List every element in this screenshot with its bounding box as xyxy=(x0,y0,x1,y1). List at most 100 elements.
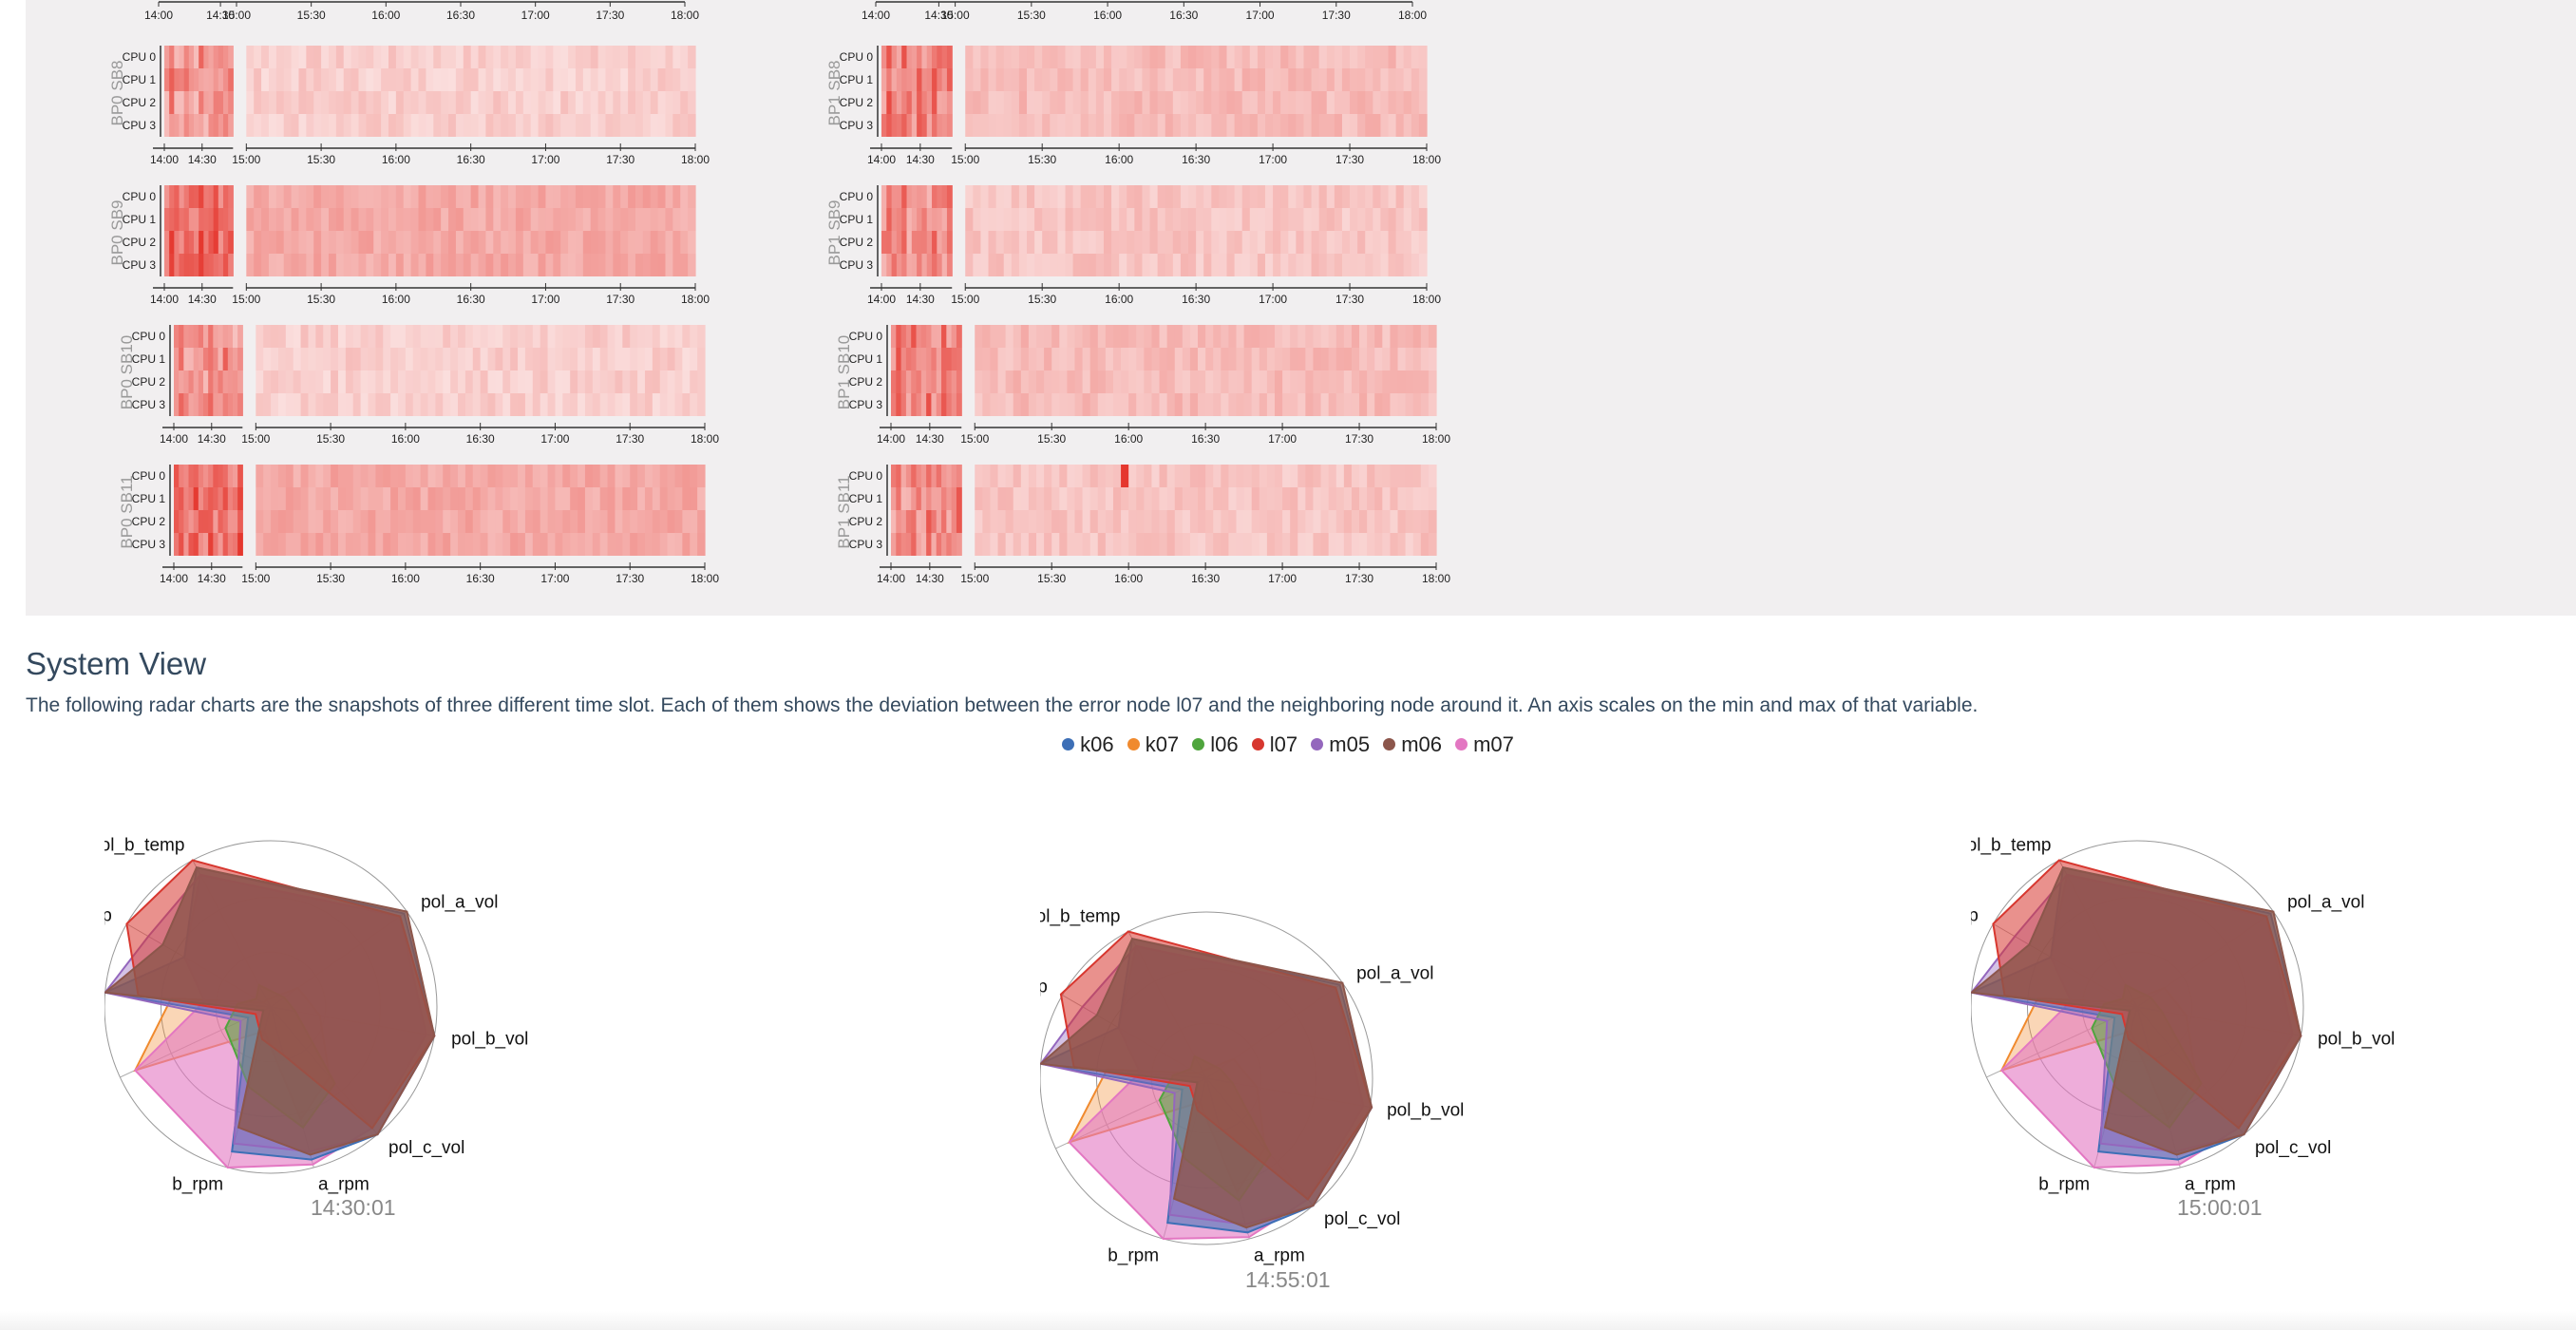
heat-cell xyxy=(328,91,337,114)
cpu-row-label: CPU 1 xyxy=(849,492,883,505)
heat-cell xyxy=(420,487,429,510)
heat-cell xyxy=(1134,254,1144,276)
heat-cell xyxy=(1213,393,1222,416)
heat-cell xyxy=(1050,231,1058,254)
heat-cell xyxy=(352,370,362,393)
heat-cell xyxy=(920,487,927,510)
heat-cell xyxy=(275,231,285,254)
heat-cell xyxy=(208,393,214,416)
heat-cell xyxy=(906,254,913,276)
heat-cell xyxy=(487,393,497,416)
heat-cell xyxy=(358,46,367,68)
heat-cell xyxy=(366,46,374,68)
heat-cell xyxy=(1380,91,1390,114)
heat-cell xyxy=(613,231,621,254)
heat-cell xyxy=(932,185,938,208)
legend-item-m06[interactable]: m06 xyxy=(1383,732,1442,757)
heat-cell xyxy=(657,114,667,137)
heat-cell xyxy=(323,370,331,393)
heat-cell xyxy=(628,91,636,114)
legend-item-k06[interactable]: k06 xyxy=(1062,732,1114,757)
time-tick-label: 17:00 xyxy=(521,9,550,22)
heat-cell xyxy=(218,185,224,208)
heat-cell xyxy=(1121,465,1129,487)
heat-cell xyxy=(540,487,549,510)
radar-time-label: 15:00:01 xyxy=(2177,1195,2263,1220)
heat-cell xyxy=(911,510,918,533)
heat-cell xyxy=(268,254,277,276)
heat-cell xyxy=(1221,533,1230,556)
heat-cell xyxy=(1149,46,1159,68)
heat-cell xyxy=(1266,510,1276,533)
heat-cell xyxy=(237,510,243,533)
legend-item-l07[interactable]: l07 xyxy=(1251,732,1297,757)
heat-cell xyxy=(1395,91,1405,114)
heat-cell xyxy=(911,487,918,510)
heat-cell xyxy=(1335,510,1345,533)
heat-cell xyxy=(1067,393,1076,416)
heat-cell xyxy=(405,325,414,348)
heat-cell xyxy=(891,510,897,533)
heat-cell xyxy=(308,510,316,533)
time-tick-label: 16:30 xyxy=(466,572,495,585)
heat-cell xyxy=(920,348,927,370)
heat-cell xyxy=(472,510,482,533)
legend-item-m07[interactable]: m07 xyxy=(1455,732,1514,757)
heat-cell xyxy=(202,348,209,370)
heat-cell xyxy=(990,348,999,370)
heat-cell xyxy=(524,533,534,556)
heat-cell xyxy=(410,114,420,137)
heat-cell xyxy=(1149,208,1159,231)
heat-cell xyxy=(900,465,907,487)
heat-cell xyxy=(174,114,180,137)
heat-cell xyxy=(335,46,345,68)
heat-cell xyxy=(946,370,953,393)
heat-cell xyxy=(911,231,918,254)
heat-cell xyxy=(1188,254,1197,276)
heat-cell xyxy=(298,185,307,208)
heat-cell xyxy=(358,254,367,276)
heat-cell xyxy=(1365,91,1373,114)
heat-cell xyxy=(560,185,569,208)
heat-cell xyxy=(650,46,659,68)
heat-cell xyxy=(1057,91,1067,114)
heat-cell xyxy=(1059,510,1068,533)
heat-cell xyxy=(607,533,616,556)
heat-cell xyxy=(515,231,524,254)
heat-cell xyxy=(682,370,691,393)
time-tick-label: 17:00 xyxy=(531,293,559,306)
heat-cell xyxy=(1011,231,1020,254)
heat-cell xyxy=(1297,393,1306,416)
radar-axis-label: b_rpm xyxy=(172,1174,223,1194)
heat-cell xyxy=(193,487,199,510)
heat-cell xyxy=(1182,487,1191,510)
heat-cell xyxy=(1259,370,1268,393)
heat-cell xyxy=(228,185,234,208)
heat-cell xyxy=(198,510,204,533)
radar-plot: pol_a_volpol_b_volpol_c_vola_rpmb_rpmwat… xyxy=(1971,836,2395,1194)
legend-item-l06[interactable]: l06 xyxy=(1192,732,1239,757)
legend-item-m05[interactable]: m05 xyxy=(1311,732,1370,757)
heat-cell xyxy=(313,46,322,68)
heat-cell xyxy=(1243,465,1253,487)
heat-cell xyxy=(412,348,422,370)
heat-cell xyxy=(540,510,549,533)
heat-cell xyxy=(1221,487,1230,510)
heat-cell xyxy=(1211,68,1221,91)
heat-cell xyxy=(232,533,238,556)
heat-cell xyxy=(1351,487,1360,510)
heat-cell xyxy=(555,487,563,510)
heat-cell xyxy=(1264,231,1274,254)
time-tick-label: 16:00 xyxy=(1093,9,1122,22)
heat-cell xyxy=(667,510,676,533)
heat-cell xyxy=(555,393,563,416)
heat-cell xyxy=(515,91,524,114)
heat-cell xyxy=(435,465,444,487)
heat-cell xyxy=(657,254,667,276)
heat-cell xyxy=(1103,68,1112,91)
heat-cell xyxy=(1420,533,1430,556)
legend-item-k07[interactable]: k07 xyxy=(1127,732,1179,757)
radar-chart-snapshot-3: pol_a_volpol_b_volpol_c_vola_rpmb_rpmwat… xyxy=(1971,836,2395,1194)
heat-cell xyxy=(1236,487,1245,510)
heat-cell xyxy=(293,370,302,393)
